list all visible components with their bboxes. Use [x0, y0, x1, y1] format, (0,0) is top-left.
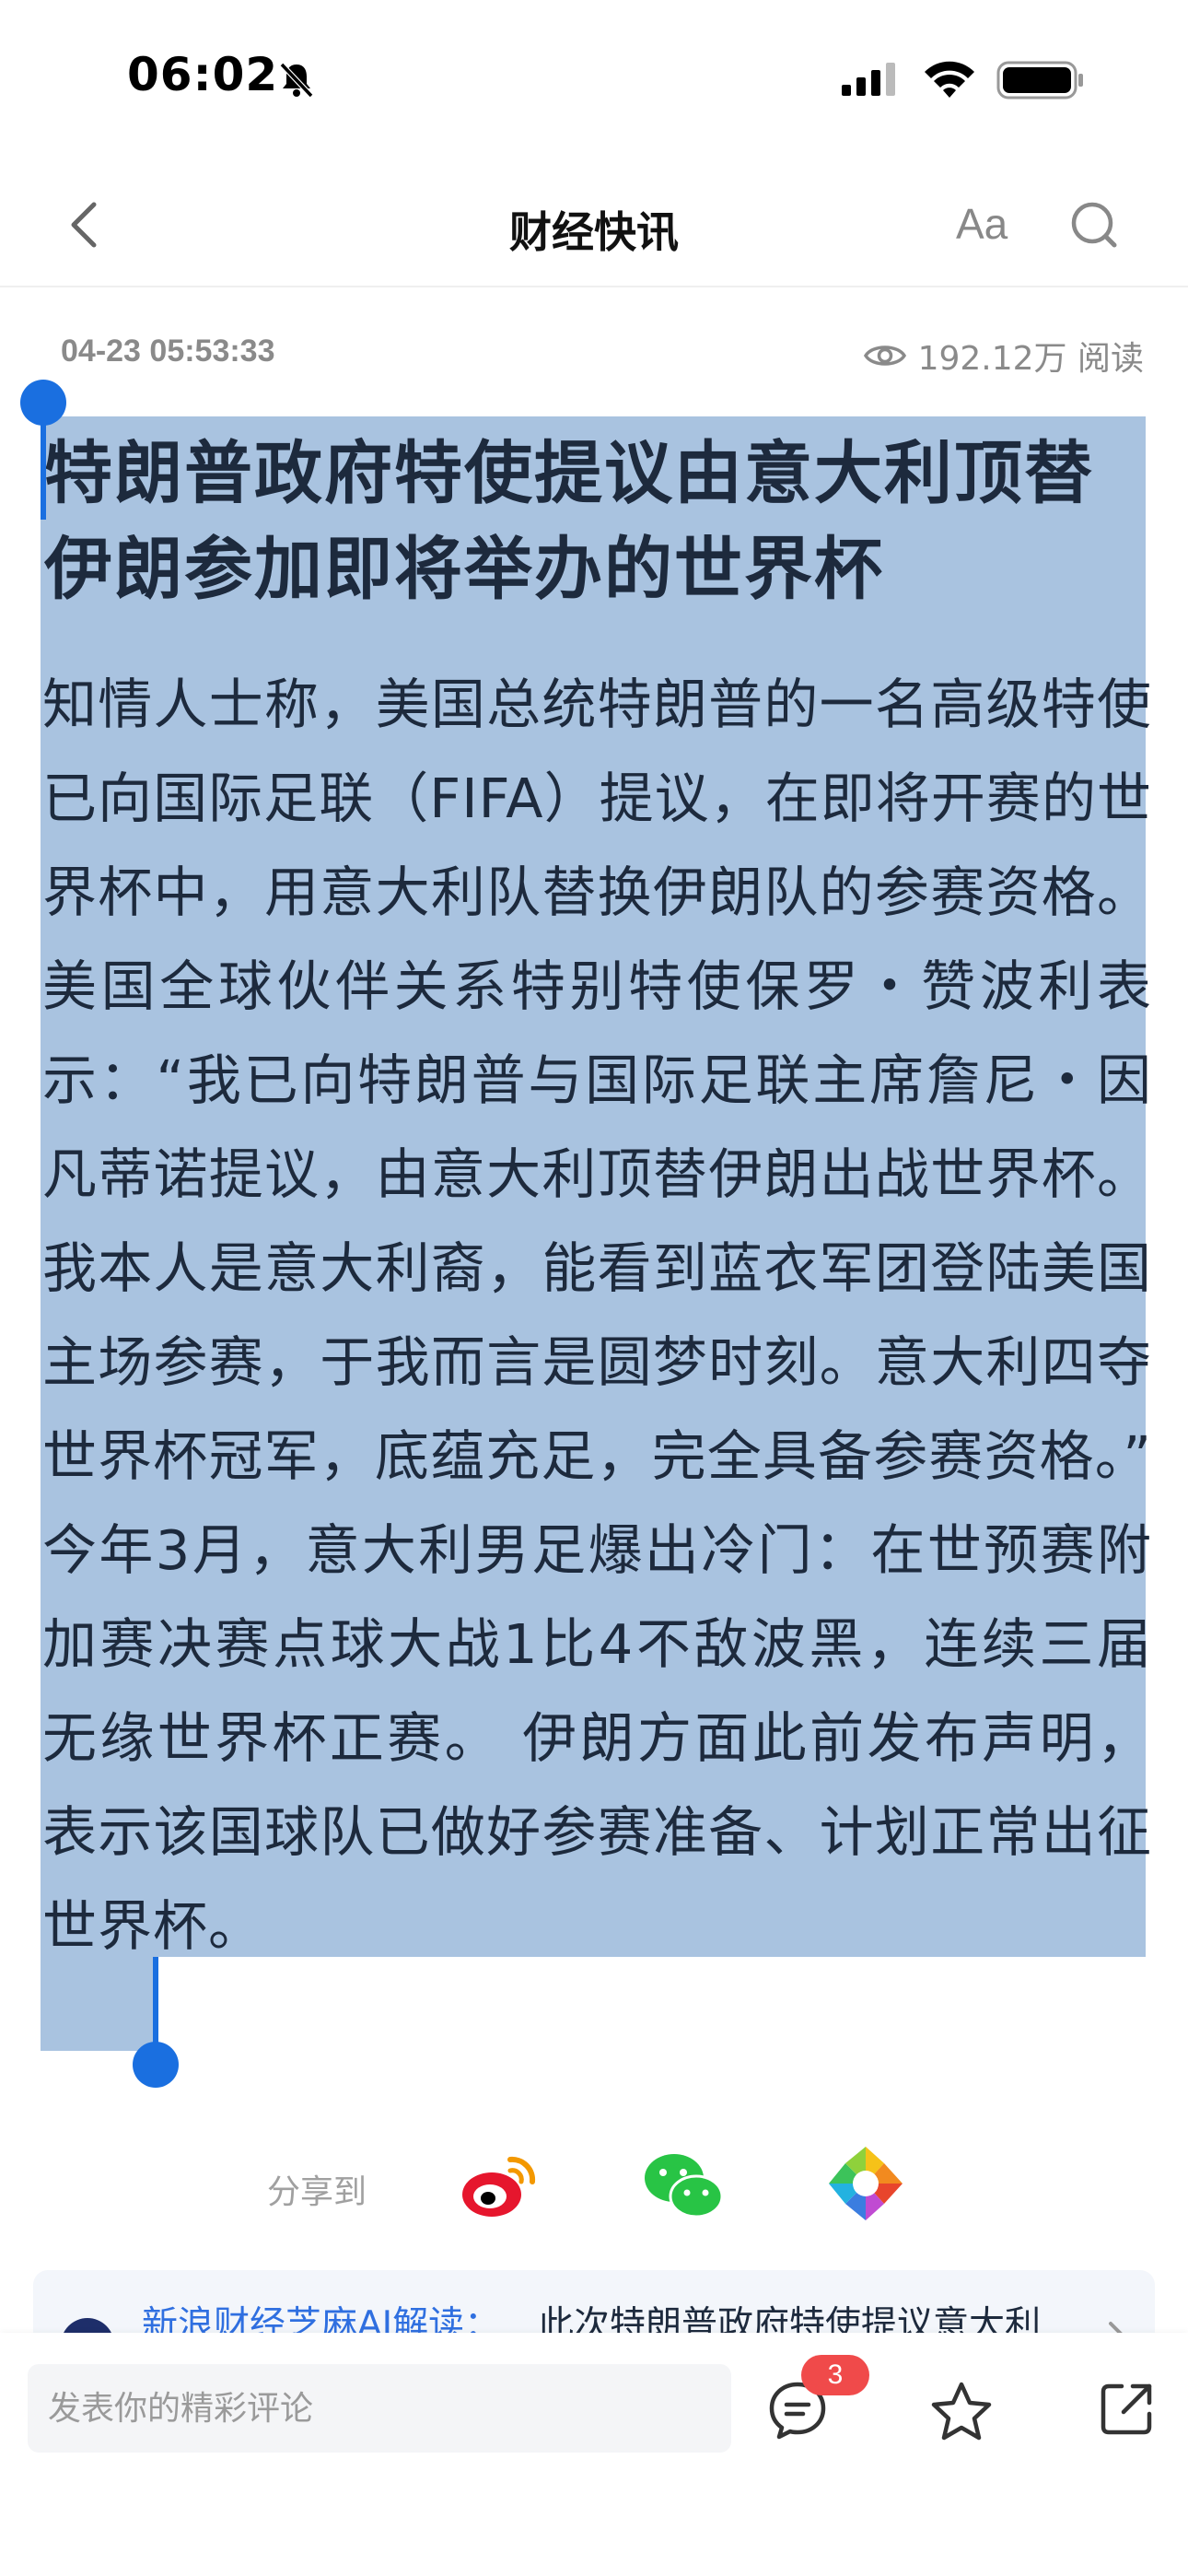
comment-count-badge: 3	[801, 2355, 869, 2395]
selection-start-handle-bar	[41, 416, 46, 520]
share-label: 分享到	[267, 2173, 367, 2211]
comment-input[interactable]	[28, 2364, 731, 2453]
selection-end-handle[interactable]	[133, 2042, 179, 2088]
moments-icon[interactable]	[827, 2145, 904, 2222]
bell-muted-icon	[279, 62, 314, 99]
eye-icon	[863, 345, 906, 366]
selection-start-handle[interactable]	[20, 380, 66, 426]
status-bar: 06:02	[0, 0, 1188, 157]
search-icon[interactable]	[1066, 197, 1122, 252]
font-size-icon[interactable]: Aa	[956, 199, 1007, 249]
view-count-text: 192.12万 阅读	[917, 340, 1144, 378]
status-time: 06:02	[127, 48, 279, 101]
page-title: 财经快讯	[509, 207, 679, 257]
view-count: 192.12万 阅读	[863, 332, 1144, 380]
weibo-icon[interactable]	[459, 2150, 538, 2220]
article-body[interactable]: 知情人士称，美国总统特朗普的一名高级特使已向国际足联（FIFA）提议，在即将开赛…	[42, 658, 1152, 1973]
star-icon[interactable]	[928, 2379, 995, 2445]
nav-bar: 财经快讯 Aa	[0, 166, 1188, 287]
share-out-icon[interactable]	[1096, 2379, 1157, 2440]
publish-date: 04-23 05:53:33	[61, 334, 275, 369]
article-title[interactable]: 特朗普政府特使提议由意大利顶替伊朗参加即将举办的世界杯	[44, 426, 1149, 617]
article-screen: 06:02 财经快讯 Aa 04-23 05:53:33 192.12万 阅读 …	[0, 0, 1188, 2576]
bottom-toolbar: 3	[0, 2333, 1188, 2576]
cellular-signal-icon	[842, 63, 895, 96]
battery-icon	[996, 61, 1083, 100]
wechat-icon[interactable]	[643, 2150, 724, 2220]
wifi-icon	[925, 61, 974, 98]
